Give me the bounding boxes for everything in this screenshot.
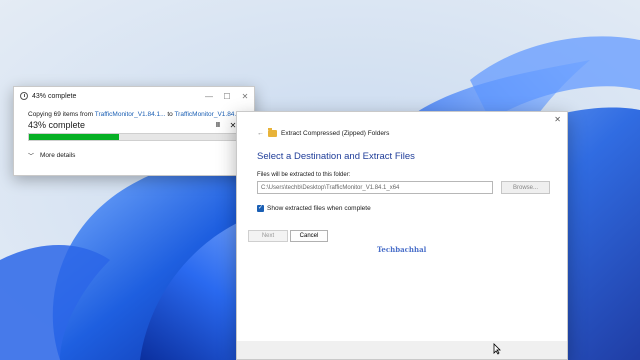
copy-description: Copying 69 items from TrafficMonitor_V1.… (14, 105, 254, 118)
progress-titlebar: 43% complete — ☐ ✕ (14, 87, 254, 105)
wizard-footer (237, 341, 567, 359)
show-files-label: Show extracted files when complete (267, 205, 371, 212)
zip-folder-icon (268, 128, 277, 137)
close-button[interactable]: ✕ (554, 115, 561, 124)
destination-label: Files will be extracted to this folder: (257, 172, 351, 178)
wizard-title: Extract Compressed (Zipped) Folders (281, 130, 390, 137)
watermark-text: Techbachhal (377, 245, 427, 254)
wizard-header: ← Extract Compressed (Zipped) Folders (237, 112, 567, 137)
progress-title: 43% complete (32, 92, 77, 100)
progress-bar-fill (29, 134, 120, 140)
destination-row: C:\Users\techb\Desktop\TrafficMonitor_V1… (237, 178, 567, 194)
browse-button[interactable]: Browse... (501, 181, 550, 194)
pause-button[interactable]: II (210, 122, 226, 129)
back-arrow-icon[interactable]: ← (257, 130, 264, 137)
clock-icon (20, 92, 28, 100)
chevron-down-icon: ﹀ (28, 154, 35, 160)
copy-destination-link[interactable]: TrafficMonitor_V1.84.1... (174, 111, 245, 118)
maximize-button[interactable]: ☐ (218, 92, 236, 101)
minimize-button[interactable]: — (200, 92, 218, 101)
copy-source-link[interactable]: TrafficMonitor_V1.84.1... (95, 111, 166, 118)
more-details-button[interactable]: ﹀ More details (14, 141, 254, 160)
mouse-cursor-icon (493, 343, 501, 355)
progress-bar (28, 133, 240, 141)
cancel-button[interactable]: Cancel (290, 230, 328, 242)
next-button[interactable]: Next (248, 230, 288, 242)
close-button[interactable]: ✕ (236, 92, 254, 101)
copy-prefix: Copying 69 items from (28, 111, 95, 118)
more-details-label: More details (40, 152, 76, 159)
show-files-option[interactable]: ✓ Show extracted files when complete (237, 194, 567, 212)
percent-complete-label: 43% complete (28, 120, 86, 130)
destination-path-input[interactable]: C:\Users\techb\Desktop\TrafficMonitor_V1… (257, 181, 493, 194)
copy-progress-dialog: 43% complete — ☐ ✕ Copying 69 items from… (13, 86, 255, 176)
progress-status-row: 43% complete II ✕ (14, 118, 254, 130)
show-files-checkbox[interactable]: ✓ (257, 205, 264, 212)
wizard-heading: Select a Destination and Extract Files (257, 151, 415, 162)
